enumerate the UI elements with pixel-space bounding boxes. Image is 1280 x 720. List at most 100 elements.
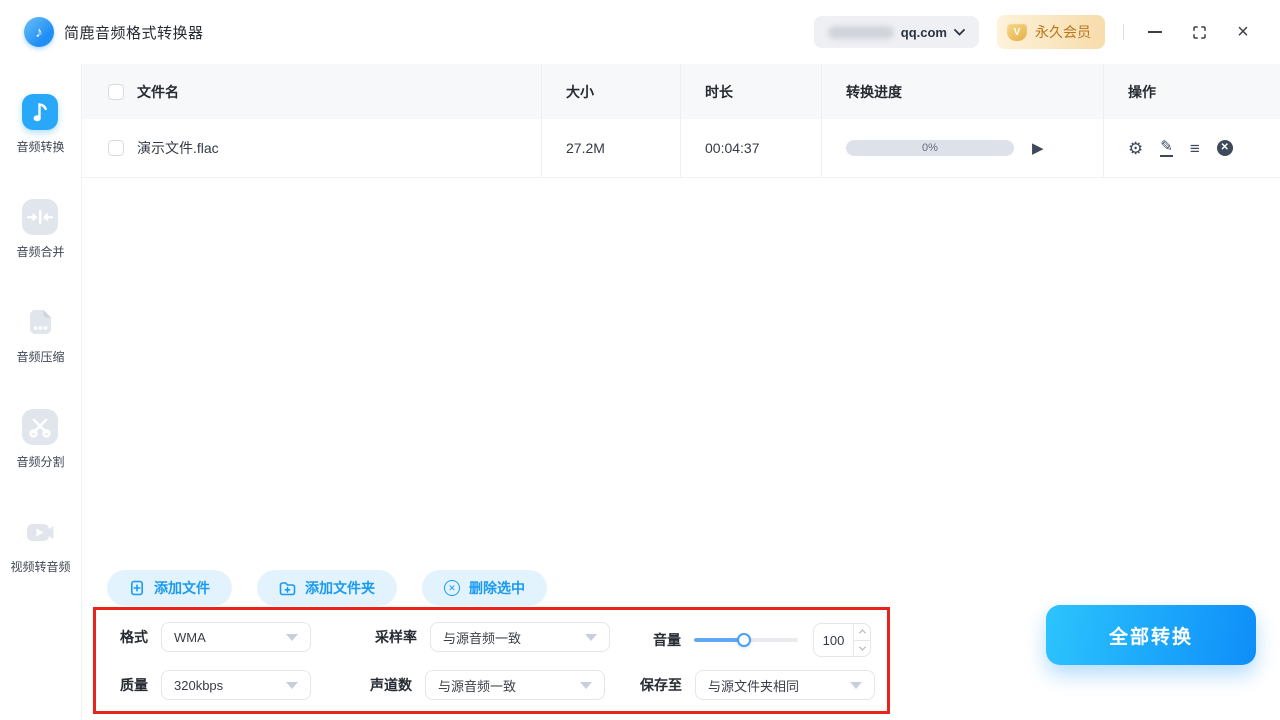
- add-folder-button[interactable]: 添加文件夹: [257, 570, 397, 606]
- volume-slider[interactable]: [694, 633, 798, 647]
- select-all-checkbox[interactable]: [108, 83, 124, 100]
- spinner-down-icon[interactable]: [854, 641, 870, 657]
- sidebar: 音频转换 音频合并 音频压缩 音频分割 视频转音频: [0, 64, 82, 720]
- remove-circle-icon[interactable]: ✕: [1216, 140, 1233, 156]
- window-controls-divider: [1123, 24, 1124, 40]
- column-header-duration: 时长: [705, 83, 733, 100]
- sidebar-item-audio-merge[interactable]: 音频合并: [16, 199, 65, 260]
- quality-value: 320kbps: [174, 677, 224, 693]
- format-select[interactable]: WMA: [161, 622, 311, 652]
- save-to-value: 与源文件夹相同: [708, 678, 800, 694]
- format-field: 格式 WMA: [120, 622, 311, 652]
- volume-spinner[interactable]: 100: [813, 623, 871, 657]
- row-checkbox[interactable]: [108, 140, 124, 156]
- close-icon: ×: [1237, 21, 1249, 43]
- sample-rate-label: 采样率: [375, 629, 417, 645]
- brand: ♪ 简鹿音频格式转换器: [24, 17, 204, 47]
- sample-rate-select[interactable]: 与源音频一致: [430, 622, 610, 652]
- delete-circle-icon: ✕: [444, 580, 460, 596]
- scissors-icon: [22, 409, 59, 445]
- column-header-filename: 文件名: [137, 83, 179, 100]
- column-header-operations: 操作: [1128, 83, 1156, 100]
- minimize-icon: [1148, 31, 1162, 33]
- volume-value: 100: [822, 632, 845, 648]
- add-file-button[interactable]: 添加文件: [107, 570, 232, 606]
- file-list-empty-area: [82, 178, 1280, 545]
- quality-field: 质量 320kbps: [120, 670, 311, 700]
- add-folder-icon: [279, 581, 296, 595]
- music-note-icon: [22, 94, 59, 130]
- caret-down-icon: [585, 633, 597, 641]
- column-header-size: 大小: [566, 83, 594, 100]
- spinner-up-icon[interactable]: [854, 624, 870, 641]
- sidebar-item-label: 音频转换: [16, 140, 65, 154]
- maximize-button[interactable]: [1186, 19, 1212, 45]
- play-button[interactable]: ▶: [1032, 141, 1044, 156]
- channels-select[interactable]: 与源音频一致: [425, 670, 605, 700]
- sidebar-item-video-to-audio[interactable]: 视频转音频: [10, 514, 71, 575]
- membership-label: 永久会员: [1035, 24, 1091, 40]
- settings-gear-icon[interactable]: ⚙: [1128, 140, 1143, 157]
- close-button[interactable]: ×: [1230, 19, 1256, 45]
- save-to-label: 保存至: [640, 677, 682, 693]
- progress-bar: 0%: [846, 140, 1014, 156]
- sidebar-item-label: 音频压缩: [16, 350, 65, 364]
- sidebar-item-label: 视频转音频: [10, 560, 71, 574]
- volume-label: 音量: [653, 632, 681, 648]
- delete-selected-button[interactable]: ✕ 删除选中: [422, 570, 547, 606]
- channels-value: 与源音频一致: [438, 678, 517, 694]
- save-to-select[interactable]: 与源文件夹相同: [695, 670, 875, 700]
- sidebar-item-audio-split[interactable]: 音频分割: [16, 409, 65, 470]
- edit-pencil-icon[interactable]: ✎: [1160, 139, 1173, 157]
- volume-field: 音量 100: [653, 623, 871, 657]
- caret-down-icon: [850, 681, 862, 689]
- quality-label: 质量: [120, 677, 148, 693]
- table-header: 文件名 大小 时长 转换进度 操作: [82, 64, 1280, 119]
- sample-rate-field: 采样率 与源音频一致: [375, 622, 610, 652]
- app-logo-music-icon: ♪: [24, 17, 54, 47]
- row-operations: ⚙ ✎ ≡ ✕: [1128, 139, 1233, 157]
- sample-rate-value: 与源音频一致: [443, 630, 522, 646]
- video-camera-icon: [22, 514, 58, 550]
- file-name: 演示文件.flac: [137, 140, 219, 156]
- table-row: 演示文件.flac 27.2M 00:04:37 0% ▶ ⚙ ✎ ≡ ✕: [82, 119, 1280, 178]
- sidebar-item-audio-compress[interactable]: 音频压缩: [16, 304, 65, 365]
- caret-down-icon: [286, 681, 298, 689]
- save-to-field: 保存至 与源文件夹相同: [640, 670, 875, 700]
- caret-down-icon: [286, 633, 298, 641]
- column-header-progress: 转换进度: [846, 83, 902, 100]
- vip-gem-icon: V: [1007, 23, 1027, 41]
- progress-percent-label: 0%: [922, 142, 938, 154]
- compress-file-icon: [22, 304, 58, 340]
- sidebar-item-audio-convert[interactable]: 音频转换: [16, 94, 65, 155]
- add-folder-label: 添加文件夹: [305, 580, 375, 596]
- merge-arrows-icon: [22, 199, 59, 235]
- file-size: 27.2M: [566, 140, 605, 156]
- sidebar-item-label: 音频分割: [16, 455, 65, 469]
- delete-selected-label: 删除选中: [469, 580, 525, 596]
- chevron-down-icon: [954, 28, 965, 36]
- file-actions: 添加文件 添加文件夹 ✕ 删除选中: [107, 570, 547, 606]
- format-value: WMA: [174, 629, 206, 645]
- topbar: ♪ 简鹿音频格式转换器 qq.com V 永久会员 ×: [0, 0, 1280, 64]
- app-title: 简鹿音频格式转换器: [64, 24, 204, 42]
- add-file-icon: [130, 580, 143, 596]
- channels-field: 声道数 与源音频一致: [370, 670, 605, 700]
- channels-label: 声道数: [370, 677, 412, 693]
- redacted-account-name: [827, 25, 894, 39]
- file-duration: 00:04:37: [705, 140, 760, 156]
- account-email: qq.com: [900, 24, 947, 40]
- menu-list-icon[interactable]: ≡: [1190, 140, 1200, 157]
- caret-down-icon: [580, 681, 592, 689]
- minimize-button[interactable]: [1142, 19, 1168, 45]
- membership-badge[interactable]: V 永久会员: [997, 15, 1105, 49]
- slider-thumb[interactable]: [737, 633, 751, 647]
- convert-all-button[interactable]: 全部转换: [1046, 605, 1256, 665]
- add-file-label: 添加文件: [154, 580, 210, 596]
- quality-select[interactable]: 320kbps: [161, 670, 311, 700]
- sidebar-item-label: 音频合并: [16, 245, 65, 259]
- main-content: 文件名 大小 时长 转换进度 操作 演示文件.flac 27.2M 00:04:…: [82, 64, 1280, 720]
- account-dropdown[interactable]: qq.com: [813, 16, 979, 48]
- format-label: 格式: [120, 629, 148, 645]
- app-window: ♪ 简鹿音频格式转换器 qq.com V 永久会员 × 音频转换 音频合并 音频…: [0, 0, 1280, 720]
